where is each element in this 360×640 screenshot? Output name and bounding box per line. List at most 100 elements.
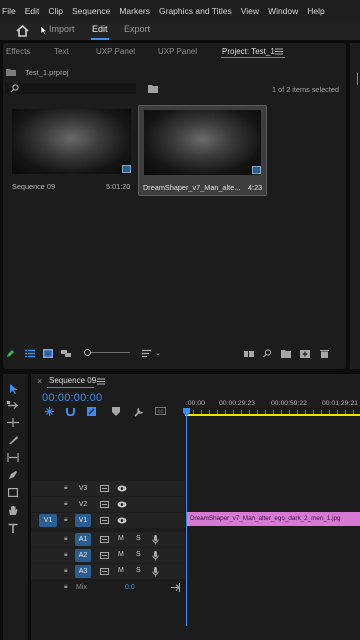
home-icon[interactable]	[16, 25, 29, 37]
close-icon[interactable]: ×	[37, 376, 42, 386]
wrench-icon[interactable]	[134, 407, 144, 417]
lock-icon[interactable]: 🔒︎	[64, 583, 68, 591]
sort-icon[interactable]	[142, 349, 152, 358]
menu-clip[interactable]: Clip	[48, 6, 63, 16]
ruler-tick-label: 00:00:59:22	[271, 400, 307, 407]
menu-file[interactable]: File	[2, 6, 16, 16]
items-selected-status: 1 of 2 items selected	[272, 85, 339, 94]
menu-bar: File Edit Clip Sequence Markers Graphics…	[0, 0, 360, 22]
track-v3-header: 🔒︎ V3	[31, 481, 185, 496]
lock-icon[interactable]: 🔒︎	[64, 500, 68, 508]
toggle-sync-lock-icon[interactable]	[100, 552, 109, 559]
insert-sequence-icon[interactable]	[45, 407, 54, 416]
active-tab-underline	[221, 57, 285, 58]
menu-graphics-and-titles[interactable]: Graphics and Titles	[159, 6, 232, 16]
new-item-icon[interactable]	[300, 349, 310, 358]
menu-view[interactable]: View	[241, 6, 259, 16]
selected-item-card[interactable]: DreamShaper_v7_Man_alte... 4:23	[138, 105, 267, 196]
new-bin-icon[interactable]	[148, 84, 158, 93]
solo-button[interactable]: S	[136, 551, 141, 558]
toggle-sync-lock-icon[interactable]	[100, 501, 109, 508]
eye-icon[interactable]	[117, 517, 127, 524]
automate-to-sequence-icon[interactable]	[244, 349, 254, 358]
tab-effects[interactable]: Effects	[6, 47, 30, 56]
slip-tool-icon[interactable]	[7, 453, 19, 462]
tab-uxp-panel-2[interactable]: UXP Panel	[158, 47, 197, 56]
ruler-tick-label: :00:00	[186, 400, 205, 407]
mute-button[interactable]: M	[118, 551, 124, 558]
ruler-tick-label: 00:00:29:23	[219, 400, 255, 407]
icon-view-icon[interactable]	[43, 349, 53, 358]
pen-tool-icon[interactable]	[8, 470, 18, 480]
mute-button[interactable]: M	[118, 567, 124, 574]
track-label[interactable]: V2	[75, 498, 91, 511]
track-select-tool-icon[interactable]	[7, 401, 19, 410]
list-view-icon[interactable]	[25, 349, 35, 358]
find-icon[interactable]	[263, 349, 272, 358]
solo-button[interactable]: S	[136, 567, 141, 574]
type-tool-icon[interactable]	[8, 523, 18, 534]
track-label[interactable]: A2	[75, 549, 91, 562]
menu-markers[interactable]: Markers	[119, 6, 150, 16]
track-label[interactable]: V1	[75, 514, 91, 527]
eye-icon[interactable]	[117, 485, 127, 492]
microphone-icon[interactable]	[152, 567, 159, 577]
hand-tool-icon[interactable]	[8, 505, 18, 516]
linked-selection-icon[interactable]	[87, 407, 96, 416]
captions-icon[interactable]	[155, 407, 166, 415]
snap-icon[interactable]	[66, 407, 75, 416]
chevron-down-icon[interactable]: ⌄	[155, 349, 161, 358]
lock-icon[interactable]: 🔒︎	[64, 567, 68, 575]
eye-icon[interactable]	[117, 501, 127, 508]
menu-help[interactable]: Help	[307, 6, 324, 16]
import-tab[interactable]: Import	[49, 24, 75, 34]
microphone-icon[interactable]	[152, 535, 159, 545]
source-patch-v1[interactable]: V1	[39, 514, 57, 527]
solo-button[interactable]: S	[136, 535, 141, 542]
track-label[interactable]: V3	[75, 482, 91, 495]
go-to-end-icon[interactable]	[171, 583, 180, 592]
razor-tool-icon[interactable]	[8, 435, 18, 445]
mix-volume-value[interactable]: 0.0	[125, 584, 135, 591]
panel-menu-icon[interactable]	[275, 48, 283, 55]
ripple-edit-tool-icon[interactable]	[7, 418, 19, 427]
item-duration: 4:23	[248, 183, 263, 192]
selection-tool-icon[interactable]	[9, 383, 19, 395]
search-input[interactable]	[5, 83, 136, 94]
time-ruler[interactable]: :00:00 00:00:29:23 00:00:59:22 00:01:29:…	[185, 396, 360, 414]
work-area-bar[interactable]	[185, 414, 360, 416]
rectangle-tool-icon[interactable]	[8, 488, 18, 497]
lock-icon[interactable]: 🔒︎	[64, 551, 68, 559]
export-tab[interactable]: Export	[124, 24, 150, 34]
toggle-sync-lock-icon[interactable]	[100, 485, 109, 492]
tab-sequence[interactable]: Sequence 09	[49, 376, 96, 385]
freeform-view-icon[interactable]	[61, 349, 71, 358]
panel-menu-icon[interactable]	[97, 378, 105, 385]
timecode-display[interactable]: 00:00:00:00	[42, 392, 102, 404]
tab-project[interactable]: Project: Test_1	[222, 47, 275, 56]
trash-icon[interactable]	[320, 349, 329, 358]
toggle-sync-lock-icon[interactable]	[100, 536, 109, 543]
sequence-thumbnail[interactable]	[12, 109, 131, 174]
menu-window[interactable]: Window	[268, 6, 298, 16]
menu-sequence[interactable]: Sequence	[72, 6, 110, 16]
menu-edit[interactable]: Edit	[25, 6, 40, 16]
lock-icon[interactable]: 🔒︎	[64, 535, 68, 543]
microphone-icon[interactable]	[152, 551, 159, 561]
track-label[interactable]: A1	[75, 533, 91, 546]
zoom-slider-handle[interactable]	[84, 349, 91, 356]
toggle-sync-lock-icon[interactable]	[100, 517, 109, 524]
mute-button[interactable]: M	[118, 535, 124, 542]
add-marker-icon[interactable]	[112, 407, 120, 416]
new-bin-icon[interactable]	[281, 349, 291, 358]
lock-icon[interactable]: 🔒︎	[64, 516, 68, 524]
tab-text[interactable]: Text	[54, 47, 69, 56]
track-label[interactable]: A3	[75, 565, 91, 578]
toggle-sync-lock-icon[interactable]	[100, 568, 109, 575]
lock-icon[interactable]: 🔒︎	[64, 484, 68, 492]
tab-uxp-panel-1[interactable]: UXP Panel	[96, 47, 135, 56]
item-name: DreamShaper_v7_Man_alte...	[143, 183, 241, 192]
timeline-clip[interactable]: DreamShaper_v7_Man_alter_ego_dark_2_men_…	[187, 512, 360, 526]
edit-tab[interactable]: Edit	[92, 24, 108, 34]
pencil-icon[interactable]	[6, 349, 15, 358]
